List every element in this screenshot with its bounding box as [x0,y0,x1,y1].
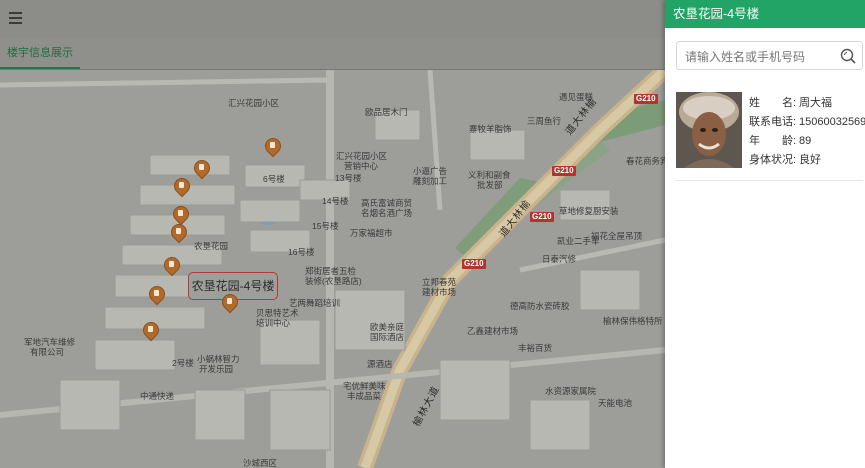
map-label: 开发乐园 [199,364,234,374]
phone-row: 联系电话: 15060032569 [749,113,865,132]
map-label: 义利和副食 [468,170,511,180]
map-label: 欧美亲庭 [370,322,405,332]
map-label: 15号楼 [312,221,339,231]
app-root: 楼宇信息展示 农垦花园-4号楼 汇兴花园小区 欧品居木门 遇见蛋糕 三周鱼行 寨… [0,0,865,468]
map-label: 汇兴花园小区 [228,98,280,108]
map-label: 丰裕百货 [518,343,553,353]
map-label: 军地汽车维修 [24,337,76,347]
building-pin-icon[interactable] [139,318,163,342]
resident-card[interactable]: 姓 名: 周大福 联系电话: 15060032569 年 龄: 89 身体状况: 良好 [675,90,865,181]
map-label: 培训中心 [256,318,291,328]
building-pin-icon[interactable] [218,290,242,314]
map-label: 春花商务宾 [626,156,665,166]
search-input[interactable] [677,42,842,71]
building-pin-icon[interactable] [190,156,214,180]
map-label: 装修(农垦路店) [305,276,362,286]
map-label: 雕刻加工 [413,176,448,186]
search-box [676,41,863,71]
map-label: 日泰汽修 [542,254,577,264]
age-row: 年 龄: 89 [749,132,865,151]
green-area [455,178,540,260]
tab-building-info[interactable]: 楼宇信息展示 [0,38,80,69]
map-label: 有限公司 [30,347,65,357]
map-label: 建材市场 [422,287,457,297]
map-label: 艺两舞蹈培训 [289,298,341,308]
map-label: 寨牧羊脂饰 [469,124,512,134]
building-pin-icon[interactable] [261,134,285,158]
map-label: 营销中心 [344,161,379,171]
map-label: 6号楼 [263,174,285,184]
hamburger-menu-icon[interactable] [9,12,22,24]
map-label: 立邦春苑 [422,277,457,287]
resident-avatar [676,92,742,168]
map-label: 2号楼 [172,358,194,368]
map-label: 16号楼 [288,247,315,257]
map-label: 高氏富诚商贸 [361,198,413,208]
map-label: 榆林保伟格特所 [603,316,663,326]
map-label: 德高防水瓷砖胶 [510,301,570,311]
map-view[interactable]: 农垦花园-4号楼 汇兴花园小区 欧品居木门 遇见蛋糕 三周鱼行 寨牧羊脂饰 汇兴花园小区营… [0,70,665,468]
panel-title: 农垦花园-4号楼 [665,0,865,28]
map-label: 万家福超市 [350,228,393,238]
map-label: 欧品居木门 [365,107,408,117]
building-pin-icon[interactable] [145,282,169,306]
map-label: 14号楼 [322,196,349,206]
map-label: 郑街居者五检 [305,266,357,276]
health-row: 身体状况: 良好 [749,151,865,170]
map-label: 沙城西区 [243,458,278,468]
map-label: 汇兴花园小区 [336,151,388,161]
map-label: 草地修复厨安装 [559,206,619,216]
map-label: 三周鱼行 [527,116,562,126]
map-label: 贝思特艺术 [256,308,299,318]
map-label: 农垦花园 [194,241,229,251]
name-label: 姓 名: [749,97,797,109]
map-label: 小逼广告 [413,166,448,176]
building-pin-icon[interactable] [170,174,194,198]
map-label: 13号楼 [335,173,362,183]
highway-shield: G210 [462,259,486,269]
map-label: 丰成品菜 [347,391,382,401]
phone-label: 联系电话: [749,116,797,128]
age-value: 89 [799,135,812,147]
map-label: 国际酒店 [370,332,405,342]
health-label: 身体状况: [749,154,797,166]
map-label: 凯业二手车 [557,236,600,246]
map-label: 小蜗林智力 [197,354,240,364]
resident-info: 姓 名: 周大福 联系电话: 15060032569 年 龄: 89 身体状况: 良好 [749,94,865,170]
name-value: 周大福 [799,97,832,109]
map-label: 中通快递 [140,391,175,401]
name-row: 姓 名: 周大福 [749,94,865,113]
map-label: 乙鑫建材市场 [467,326,519,336]
map-label: 源酒店 [367,359,393,369]
building-pin-icon[interactable] [160,253,184,277]
map-label: 水资源家属院 [545,386,597,396]
age-label: 年 龄: [749,135,797,147]
map-label: 宅优鲜美味 [343,381,386,391]
top-bar [0,0,665,38]
map-label: 名烟名酒广场 [361,208,413,218]
highway-shield: G210 [552,166,576,176]
phone-value: 15060032569 [799,116,865,128]
tab-bar: 楼宇信息展示 [0,38,665,70]
health-value: 良好 [799,154,821,166]
resident-panel: 农垦花园-4号楼 请输入姓名或手机号码 姓 名: 周大福 联系电话: 15060… [665,0,865,468]
search-icon[interactable] [840,48,856,64]
building-pin-icon[interactable] [167,220,191,244]
highway-shield: G210 [530,212,554,222]
map-label: 天能电池 [598,398,633,408]
map-label: 批发部 [477,180,503,190]
highway-shield: G210 [634,94,658,104]
